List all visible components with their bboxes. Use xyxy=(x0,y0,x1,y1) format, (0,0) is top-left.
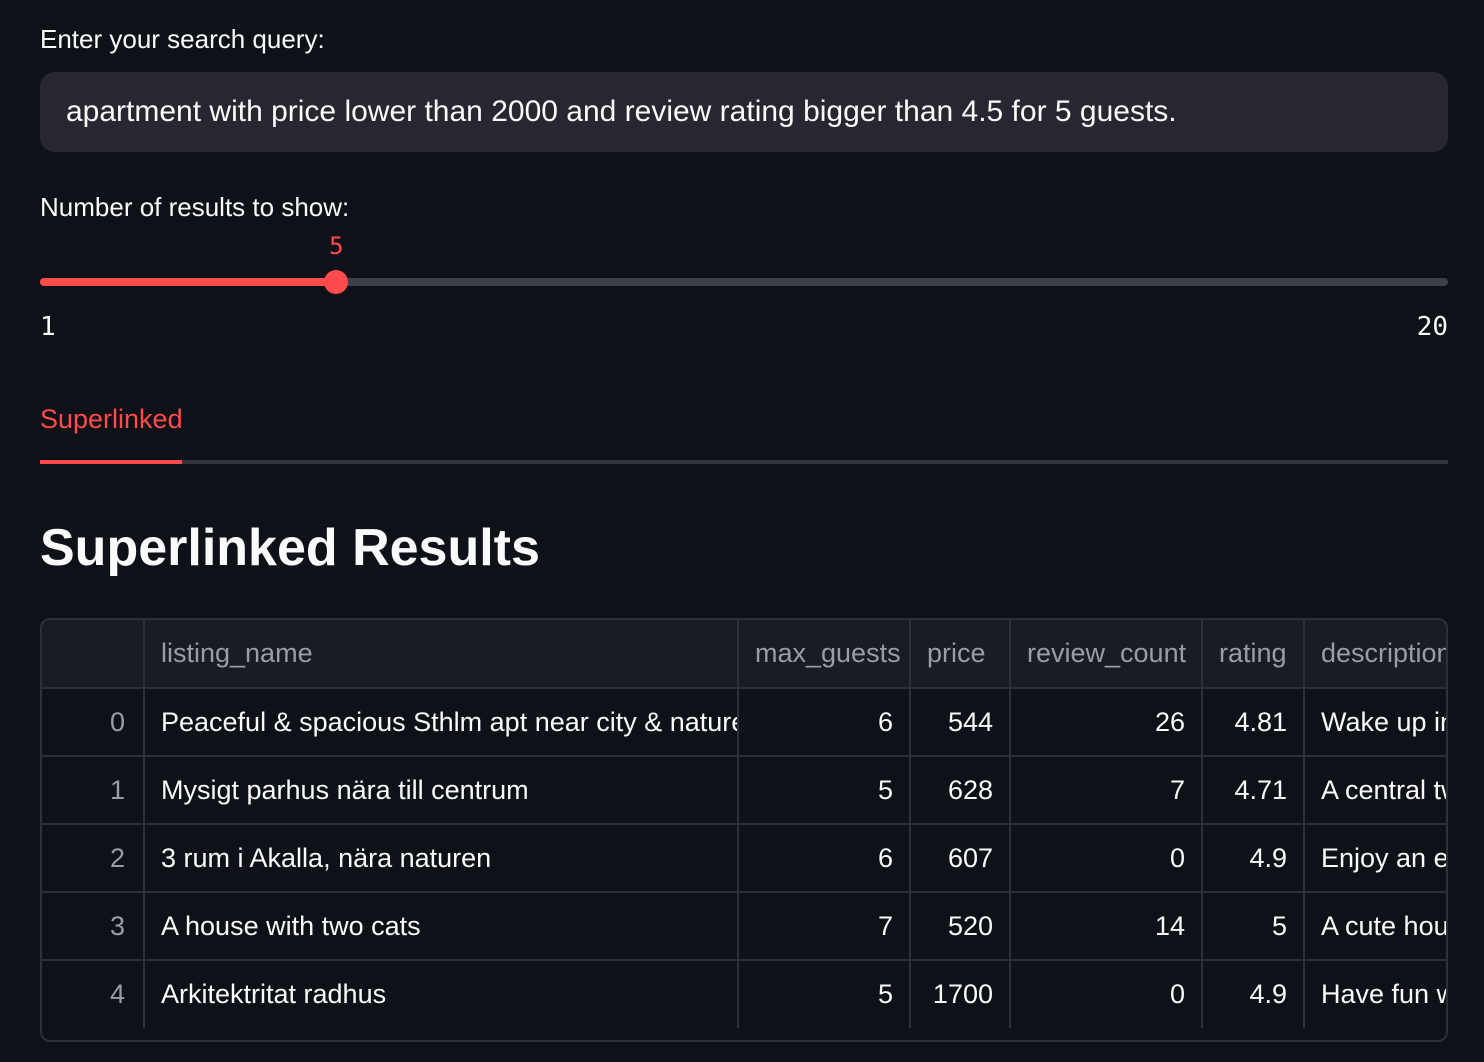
cell-listing-name[interactable]: Arkitektritat radhus xyxy=(144,960,739,1028)
app: Enter your search query: Number of resul… xyxy=(0,0,1484,1062)
cell-price[interactable]: 628 xyxy=(910,756,1011,825)
table-row[interactable]: 1 Mysigt parhus nära till centrum 5 628 … xyxy=(42,756,1446,825)
cell-listing-name[interactable]: 3 rum i Akalla, nära naturen xyxy=(144,824,739,893)
slider-thumb[interactable] xyxy=(324,270,349,294)
cell-price[interactable]: 607 xyxy=(910,824,1011,893)
cell-review-count[interactable]: 0 xyxy=(1010,824,1203,893)
table-row[interactable]: 0 Peaceful & spacious Sthlm apt near cit… xyxy=(42,688,1446,757)
cell-description[interactable]: Have fun w xyxy=(1304,960,1446,1028)
column-header-price[interactable]: price xyxy=(910,620,1011,689)
search-label: Enter your search query: xyxy=(40,24,325,54)
slider-fill xyxy=(40,278,337,286)
column-header-listing-name[interactable]: listing_name xyxy=(144,620,739,689)
search-box[interactable] xyxy=(40,72,1448,152)
cell-price[interactable]: 544 xyxy=(910,688,1011,757)
cell-description[interactable]: A central tw xyxy=(1304,756,1446,825)
tab-superlinked[interactable]: Superlinked xyxy=(40,404,183,435)
cell-rating[interactable]: 4.71 xyxy=(1202,756,1305,825)
cell-description[interactable]: Enjoy an el xyxy=(1304,824,1446,893)
cell-listing-name[interactable]: Mysigt parhus nära till centrum xyxy=(144,756,739,825)
column-header-index[interactable] xyxy=(42,620,145,689)
column-header-review-count[interactable]: review_count xyxy=(1010,620,1203,689)
search-input[interactable] xyxy=(40,72,1448,152)
cell-max-guests[interactable]: 6 xyxy=(738,824,911,893)
cell-description[interactable]: Wake up in xyxy=(1304,688,1446,757)
column-header-description[interactable]: description xyxy=(1304,620,1446,689)
results-table[interactable]: listing_name max_guests price review_cou… xyxy=(40,618,1448,1042)
tab-active-indicator xyxy=(40,460,182,464)
cell-listing-name[interactable]: Peaceful & spacious Sthlm apt near city … xyxy=(144,688,739,757)
tab-bar: Superlinked xyxy=(40,396,1448,464)
results-slider[interactable] xyxy=(40,270,1448,294)
results-title: Superlinked Results xyxy=(40,519,540,577)
cell-rating[interactable]: 5 xyxy=(1202,892,1305,961)
row-index: 1 xyxy=(42,756,145,825)
cell-rating[interactable]: 4.81 xyxy=(1202,688,1305,757)
slider-value: 5 xyxy=(329,232,344,260)
cell-review-count[interactable]: 0 xyxy=(1010,960,1203,1028)
table-row[interactable]: 2 3 rum i Akalla, nära naturen 6 607 0 4… xyxy=(42,824,1446,893)
row-index: 3 xyxy=(42,892,145,961)
cell-max-guests[interactable]: 7 xyxy=(738,892,911,961)
row-index: 2 xyxy=(42,824,145,893)
table-row[interactable]: 4 Arkitektritat radhus 5 1700 0 4.9 Have… xyxy=(42,960,1446,1028)
tab-baseline xyxy=(40,460,1448,464)
cell-review-count[interactable]: 14 xyxy=(1010,892,1203,961)
cell-rating[interactable]: 4.9 xyxy=(1202,960,1305,1028)
cell-listing-name[interactable]: A house with two cats xyxy=(144,892,739,961)
column-header-rating[interactable]: rating xyxy=(1202,620,1305,689)
column-header-max-guests[interactable]: max_guests xyxy=(738,620,911,689)
row-index: 0 xyxy=(42,688,145,757)
table-row[interactable]: 3 A house with two cats 7 520 14 5 A cut… xyxy=(42,892,1446,961)
cell-max-guests[interactable]: 5 xyxy=(738,756,911,825)
cell-review-count[interactable]: 7 xyxy=(1010,756,1203,825)
cell-description[interactable]: A cute hous xyxy=(1304,892,1446,961)
cell-rating[interactable]: 4.9 xyxy=(1202,824,1305,893)
cell-max-guests[interactable]: 6 xyxy=(738,688,911,757)
row-index: 4 xyxy=(42,960,145,1028)
slider-min-label: 1 xyxy=(40,312,56,342)
slider-label: Number of results to show: xyxy=(40,192,350,222)
cell-review-count[interactable]: 26 xyxy=(1010,688,1203,757)
cell-max-guests[interactable]: 5 xyxy=(738,960,911,1028)
cell-price[interactable]: 520 xyxy=(910,892,1011,961)
slider-max-label: 20 xyxy=(1416,312,1448,342)
table-header-row: listing_name max_guests price review_cou… xyxy=(42,620,1446,689)
cell-price[interactable]: 1700 xyxy=(910,960,1011,1028)
